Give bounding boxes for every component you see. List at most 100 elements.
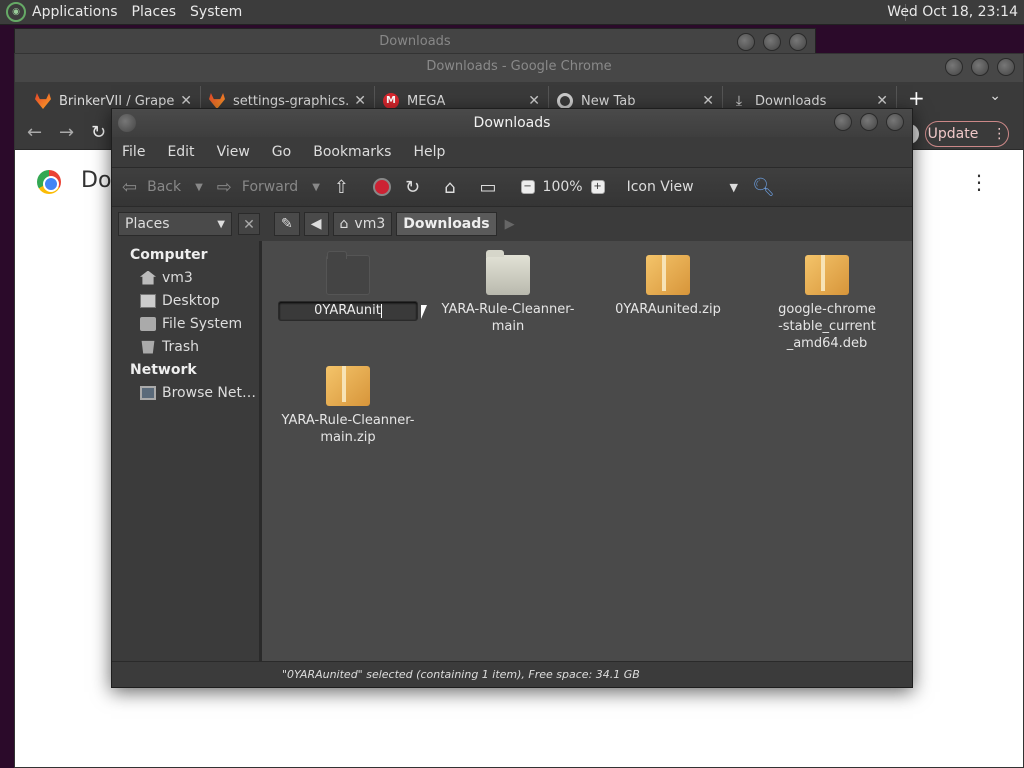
tab-label: settings-graphics.p [233,93,349,109]
close-button[interactable] [886,113,904,131]
window-menu-button[interactable] [118,114,136,132]
back-history-chevron-icon[interactable]: ▼ [195,182,203,193]
tab-search-chevron-icon[interactable]: ⌄ [989,88,1001,104]
sidebar-item-desktop[interactable]: Desktop [112,289,259,312]
clock[interactable]: Wed Oct 18, 23:14 [887,4,1018,20]
maximize-button[interactable] [860,113,878,131]
close-icon[interactable]: ✕ [528,93,540,109]
top-panel: ◉ Applications Places System Wed Oct 18,… [0,0,1024,25]
forward-label: Forward [241,179,299,195]
forward-arrow-icon[interactable]: → [59,122,74,143]
close-button[interactable] [789,33,807,51]
minimize-button[interactable] [834,113,852,131]
file-label: YARA-Rule-Cleanner-main.zip [281,413,415,445]
mouse-pointer-icon [421,305,433,319]
close-button[interactable] [997,58,1015,76]
back-button[interactable]: ⇦ Back ▼ [122,177,203,198]
view-mode-label: Icon View [626,179,694,195]
maximize-button[interactable] [763,33,781,51]
file-label: google-chrome-stable_current_amd64.deb [778,302,876,351]
home-icon: ⌂ [339,216,349,232]
update-label: Update [927,126,979,142]
search-button[interactable]: 🔍︎ [752,177,785,198]
page-menu-icon[interactable]: ⋮ [969,170,989,194]
file-item[interactable]: 0YARAunited.zip [593,255,743,318]
close-sidebar-button[interactable]: ✕ [238,213,260,235]
window-controls [737,33,807,51]
breadcrumb-left-arrow[interactable]: ◀ [303,212,329,236]
up-button[interactable]: ⇧ [334,177,359,198]
zoom-out-icon[interactable]: − [520,180,535,194]
sidebar-item-label: File System [162,315,243,332]
sidebar-type-select[interactable]: Places ▼ [118,212,232,236]
minimize-button[interactable] [737,33,755,51]
sidebar-item-label: Trash [162,338,199,355]
file-manager-titlebar[interactable]: Downloads [112,109,912,137]
sidebar-section-network: Network [130,362,197,378]
menu-edit[interactable]: Edit [167,144,194,160]
home-button[interactable]: ⌂ [444,177,465,198]
forward-history-chevron-icon[interactable]: ▼ [312,182,320,193]
menu-view[interactable]: View [217,144,250,160]
file-item[interactable]: YARA-Rule-Cleanner-main.zip [273,366,423,446]
menu-bookmarks[interactable]: Bookmarks [313,144,391,160]
system-menu[interactable]: System [190,4,242,20]
file-item[interactable]: YARA-Rule-Cleanner-main [433,250,583,335]
edit-icon: ✎ [281,216,293,232]
icon-view[interactable]: 0YARAunit YARA-Rule-Cleanner-main 0YARAu… [262,241,912,661]
reload-icon[interactable]: ↻ [91,122,106,143]
breadcrumb-downloads[interactable]: Downloads [396,212,497,236]
computer-button[interactable]: ▭ [480,177,507,198]
close-icon[interactable]: ✕ [876,93,888,109]
forward-button[interactable]: ⇨ Forward ▼ [217,177,320,198]
home-icon: ⌂ [444,176,456,198]
update-button[interactable]: Update ⋮ [925,121,1009,147]
sidebar-item-browse-network[interactable]: Browse Net… [112,381,259,404]
maximize-button[interactable] [971,58,989,76]
view-mode-select[interactable]: Icon View ▼ [627,179,738,195]
sidebar-item-label: vm3 [162,269,193,286]
search-icon: 🔍︎ [751,176,775,198]
sidebar-item-label: Browse Net… [162,384,257,401]
places-menu[interactable]: Places [132,4,177,20]
menu-go[interactable]: Go [272,144,291,160]
mega-icon: M [383,93,399,109]
reload-icon: ↻ [405,176,421,198]
rename-input[interactable]: 0YARAunit [278,301,418,321]
stop-button[interactable] [373,178,391,196]
back-arrow-icon[interactable]: ← [27,122,42,143]
mate-logo-icon[interactable]: ◉ [6,2,26,22]
chrome-icon [557,93,573,109]
close-icon[interactable]: ✕ [180,93,192,109]
reload-button[interactable]: ↻ [405,177,430,198]
chrome-titlebar[interactable]: Downloads - Google Chrome [15,54,1023,82]
menu-help[interactable]: Help [413,144,445,160]
menu-file[interactable]: File [122,144,145,160]
chevron-right-icon[interactable]: ▶ [505,217,515,232]
sidebar-section-computer: Computer [130,247,208,263]
network-icon [140,385,156,400]
content-area: Computer vm3 Desktop File System Trash N… [112,241,912,661]
window-controls [945,58,1015,76]
sidebar-item-label: Desktop [162,292,220,309]
applications-menu[interactable]: Applications [32,4,118,20]
file-item[interactable]: google-chrome-stable_current_amd64.deb [752,255,902,352]
sidebar-item-vm3[interactable]: vm3 [112,266,259,289]
close-icon[interactable]: ✕ [354,93,366,109]
new-tab-button[interactable]: + [908,86,925,110]
zoom-in-icon[interactable]: + [590,180,605,194]
breadcrumb: ✎ ◀ ⌂ vm3 Downloads ▶ [274,212,515,236]
kebab-menu-icon: ⋮ [992,126,1007,142]
close-icon[interactable]: ✕ [702,93,714,109]
chevron-down-icon: ▼ [217,218,225,230]
file-item[interactable]: 0YARAunit [273,251,423,321]
minimize-button[interactable] [945,58,963,76]
breadcrumb-vm3[interactable]: ⌂ vm3 [332,212,393,236]
sidebar-item-trash[interactable]: Trash [112,335,259,358]
folder-icon [326,251,370,295]
tab-label: BrinkerVII / Grapeju [59,93,175,109]
chevron-left-icon: ◀ [310,216,322,232]
status-bar: "0YARAunited" selected (containing 1 ite… [112,661,912,687]
toggle-location-entry-button[interactable]: ✎ [274,212,300,236]
sidebar-item-file-system[interactable]: File System [112,312,259,335]
